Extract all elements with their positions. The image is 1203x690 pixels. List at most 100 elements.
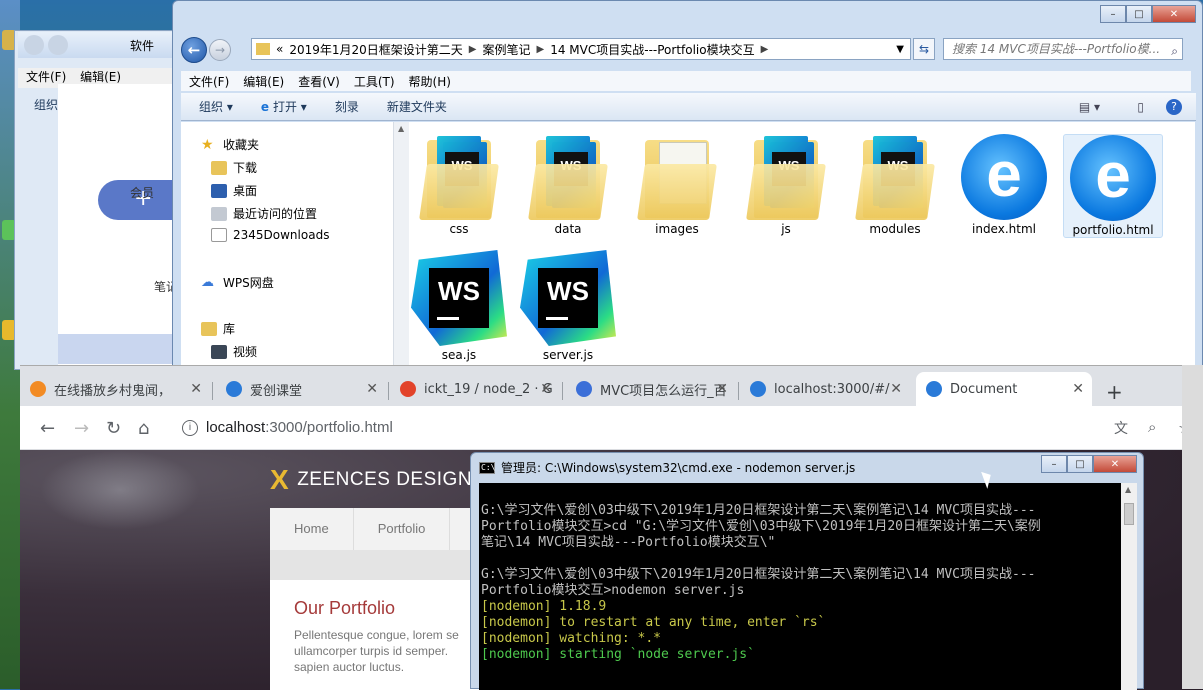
console-scrollbar[interactable]: ▲ — [1121, 483, 1137, 690]
console-output[interactable]: G:\学习文件\爱创\03中级下\2019年1月20日框架设计第二天\案例笔记\… — [479, 483, 1121, 690]
maximize-button[interactable]: □ — [1067, 455, 1093, 473]
close-icon[interactable]: ✕ — [890, 381, 902, 397]
breadcrumb-item[interactable]: 案例笔记 — [483, 41, 531, 58]
burn-button[interactable]: 刻录 — [335, 98, 359, 115]
close-button[interactable]: ✕ — [1093, 455, 1137, 473]
close-icon[interactable]: ✕ — [540, 381, 552, 397]
close-icon[interactable]: ✕ — [366, 381, 378, 397]
breadcrumb-item[interactable]: 2019年1月20日框架设计第二天 — [289, 41, 462, 58]
view-options-icon[interactable]: ▤ ▾ — [1079, 100, 1100, 114]
nav-downloads-label: 下载 — [233, 161, 258, 175]
background-organize-button[interactable]: 组织 — [34, 96, 58, 113]
minimize-button[interactable]: – — [1041, 455, 1067, 473]
file-item-data[interactable]: WS data — [518, 134, 618, 236]
tab-5[interactable]: localhost:3000/#/✕ — [740, 372, 910, 406]
refresh-icon[interactable]: ⇆ — [913, 38, 935, 60]
nav-portfolio-link[interactable]: Portfolio — [354, 508, 451, 550]
tab-1[interactable]: 在线播放乡村鬼闻， ✕ — [20, 372, 210, 406]
tab-title: localhost:3000/#/ — [774, 381, 890, 397]
address-bar[interactable]: « 2019年1月20日框架设计第二天 ▶ 案例笔记 ▶ 14 MVC项目实战-… — [251, 38, 911, 60]
tab-separator — [212, 382, 213, 400]
command-bar: 组织 ▾ e 打开 ▾ 刻录 新建文件夹 ▤ ▾ ▯ ? — [181, 93, 1196, 121]
info-icon[interactable]: i — [182, 420, 198, 436]
close-icon[interactable]: ✕ — [1072, 381, 1084, 397]
cmd-title: 管理员: C:\Windows\system32\cmd.exe - nodem… — [501, 461, 856, 475]
menu-view[interactable]: 查看(V) — [298, 73, 340, 90]
file-item-css[interactable]: WS css — [409, 134, 509, 236]
open-button[interactable]: e 打开 ▾ — [261, 98, 307, 115]
window-controls: – □ ✕ — [1100, 5, 1196, 23]
close-icon[interactable]: ✕ — [190, 381, 202, 397]
site-logo[interactable]: X ZEENCES DESIGN — [270, 464, 472, 496]
nav-recent[interactable]: 最近访问的位置 — [211, 205, 317, 222]
menu-file[interactable]: 文件(F) — [189, 73, 229, 90]
background-menu-edit[interactable]: 编辑(E) — [80, 70, 121, 84]
organize-button[interactable]: 组织 ▾ — [199, 98, 233, 115]
nav-library[interactable]: 库 — [201, 320, 235, 337]
close-icon[interactable]: ✕ — [716, 381, 728, 397]
nav-video-label: 视频 — [233, 345, 258, 359]
chevron-right-icon[interactable]: ▶ — [469, 44, 477, 55]
navigation-scrollbar[interactable]: ▲ — [393, 122, 409, 373]
console-line: G:\学习文件\爱创\03中级下\2019年1月20日框架设计第二天\案例笔记\… — [481, 503, 1036, 518]
portfolio-text-line: Pellentesque congue, lorem se — [294, 628, 459, 642]
menu-tools[interactable]: 工具(T) — [354, 73, 395, 90]
help-icon[interactable]: ? — [1166, 98, 1182, 115]
close-button[interactable]: ✕ — [1152, 5, 1196, 23]
cmd-title-bar[interactable]: C:\ 管理员: C:\Windows\system32\cmd.exe - n… — [479, 459, 855, 476]
back-arrow-icon[interactable]: ← — [40, 418, 55, 439]
background-menu-file[interactable]: 文件(F) — [26, 70, 66, 84]
preview-pane-icon[interactable]: ▯ — [1137, 100, 1144, 114]
reload-icon[interactable]: ↻ — [106, 418, 121, 439]
selected-row[interactable] — [58, 334, 178, 364]
file-item-sea-js[interactable]: WS sea.js — [409, 250, 509, 362]
zoom-icon[interactable]: ⌕ — [1148, 418, 1156, 436]
tab-2[interactable]: 爱创课堂 ✕ — [216, 372, 386, 406]
breadcrumb-item[interactable]: 14 MVC项目实战---Portfolio模块交互 — [550, 41, 754, 58]
file-item-images[interactable]: images — [627, 134, 727, 236]
file-item-portfolio-html[interactable]: e portfolio.html — [1063, 134, 1163, 238]
menu-help[interactable]: 帮助(H) — [409, 73, 451, 90]
nav-recent-label: 最近访问的位置 — [233, 207, 318, 221]
forward-arrow-icon[interactable]: → — [74, 418, 89, 439]
console-line: 笔记\14 MVC项目实战---Portfolio模块交互\" — [481, 535, 776, 550]
nav-2345downloads[interactable]: 2345Downloads — [211, 228, 329, 242]
tab-3[interactable]: ickt_19 / node_2 · G ✕ — [390, 372, 560, 406]
nav-wps[interactable]: ☁ WPS网盘 — [201, 274, 274, 291]
chevron-right-icon[interactable]: ▶ — [537, 44, 545, 55]
new-tab-button[interactable]: + — [1106, 380, 1123, 404]
minimize-button[interactable]: – — [1100, 5, 1126, 23]
url-bar[interactable]: i localhost:3000/portfolio.html — [178, 414, 1108, 442]
navigation-pane: ★ 收藏夹 下载 桌面 最近访问的位置 2345Downloads ☁ WPS网盘 … — [181, 122, 399, 373]
search-icon[interactable]: ⌕ — [1171, 41, 1178, 59]
file-item-index-html[interactable]: e index.html — [954, 134, 1054, 236]
nav-downloads[interactable]: 下载 — [211, 159, 257, 176]
file-name: modules — [869, 222, 921, 236]
file-item-server-js[interactable]: WS server.js — [518, 250, 618, 362]
chevron-right-icon[interactable]: ▶ — [761, 44, 769, 55]
file-item-js[interactable]: WS js — [736, 134, 836, 236]
new-folder-button[interactable]: 新建文件夹 — [387, 98, 447, 115]
tab-favicon — [926, 381, 942, 397]
member-label[interactable]: 会员 — [130, 184, 154, 201]
console-line: [nodemon] to restart at any time, enter … — [481, 615, 826, 630]
nav-desktop[interactable]: 桌面 — [211, 182, 257, 199]
tab-4[interactable]: MVC项目怎么运行_百 ✕ — [566, 372, 736, 406]
menubar: 文件(F) 编辑(E) 查看(V) 工具(T) 帮助(H) — [181, 71, 1191, 91]
tab-6[interactable]: Document ✕ — [916, 372, 1092, 406]
file-item-modules[interactable]: WS modules — [845, 134, 945, 236]
search-input[interactable]: 搜索 14 MVC项目实战---Portfolio模... ⌕ — [943, 38, 1183, 60]
chevron-down-icon[interactable]: ▼ — [896, 44, 904, 55]
translate-icon[interactable]: 文 — [1114, 418, 1128, 438]
nav-video[interactable]: 视频 — [211, 343, 257, 360]
nav-home-link[interactable]: Home — [270, 508, 354, 550]
breadcrumb-overflow[interactable]: « — [276, 42, 283, 56]
home-icon[interactable]: ⌂ — [138, 418, 149, 439]
forward-arrow-icon[interactable]: → — [209, 39, 231, 61]
console-line: Portfolio模块交互>nodemon server.js — [481, 583, 745, 598]
background-address-crumb[interactable]: 软件 — [130, 37, 154, 54]
maximize-button[interactable]: □ — [1126, 5, 1152, 23]
menu-edit[interactable]: 编辑(E) — [243, 73, 284, 90]
back-arrow-icon[interactable]: ← — [181, 37, 207, 63]
nav-favorites[interactable]: ★ 收藏夹 — [201, 136, 259, 153]
